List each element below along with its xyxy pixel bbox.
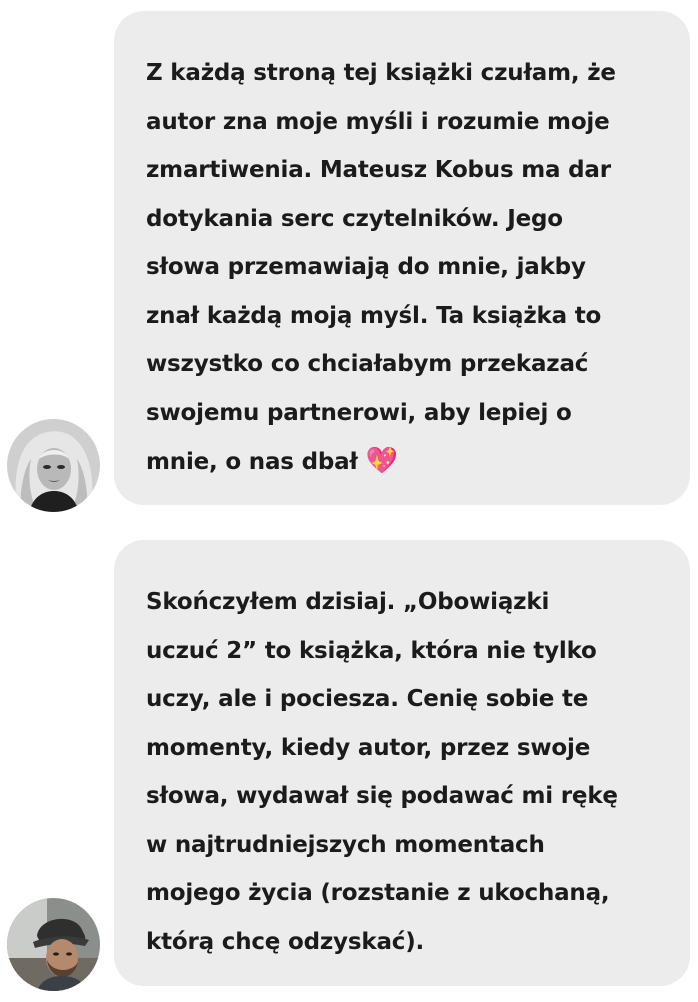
message-text: Z każdą stroną tej książki czułam, że au… — [146, 60, 616, 476]
avatar[interactable] — [7, 898, 100, 991]
man-avatar-icon — [7, 898, 100, 991]
message-text: Skończyłem dzisiaj. „Obowiązki uczuć 2” … — [146, 589, 618, 955]
message-bubble: Z każdą stroną tej książki czułam, że au… — [114, 11, 690, 505]
sparkling-heart-icon: 💖 — [365, 446, 398, 476]
message-bubble: Skończyłem dzisiaj. „Obowiązki uczuć 2” … — [114, 540, 690, 986]
woman-avatar-icon — [7, 419, 100, 512]
avatar[interactable] — [7, 419, 100, 512]
